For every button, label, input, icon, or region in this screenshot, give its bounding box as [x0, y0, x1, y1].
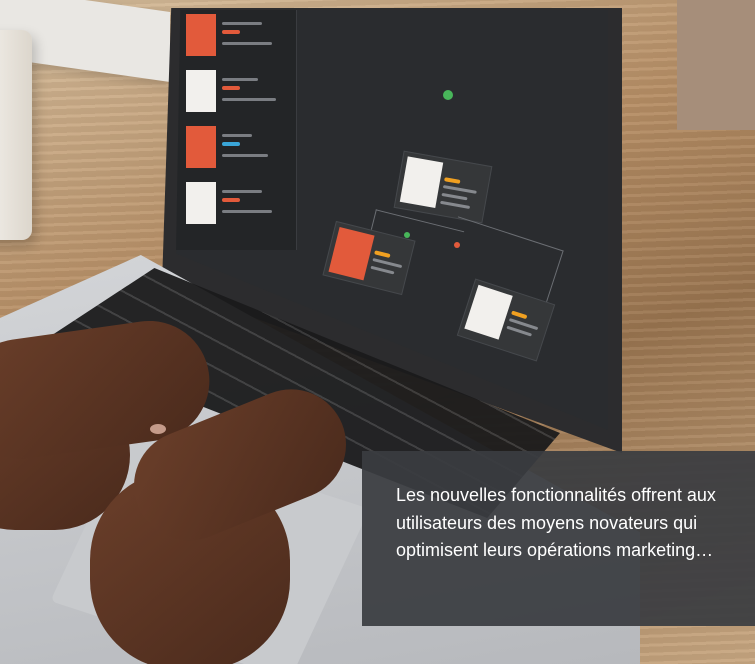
campaign-thumbnail — [186, 70, 216, 112]
screen-sidebar — [176, 10, 297, 250]
campaign-card-main — [393, 150, 493, 224]
sidebar-campaign-item — [186, 126, 286, 174]
campaign-thumbnail — [328, 226, 375, 281]
sidebar-campaign-item — [186, 182, 286, 230]
flow-start-icon — [443, 90, 453, 100]
sidebar-campaign-item — [186, 14, 286, 62]
sidebar-campaign-item — [186, 70, 286, 118]
campaign-thumbnail — [464, 284, 513, 340]
coffee-cup — [0, 30, 32, 240]
branch-no-icon — [454, 242, 460, 248]
fingernail — [150, 424, 166, 434]
background-object — [677, 0, 755, 130]
caption-box: Les nouvelles fonctionnalités offrent au… — [362, 451, 755, 626]
campaign-thumbnail — [186, 126, 216, 168]
caption-text: Les nouvelles fonctionnalités offrent au… — [396, 485, 716, 560]
campaign-thumbnail — [399, 156, 444, 208]
flow-title — [402, 88, 519, 113]
campaign-thumbnail — [186, 182, 216, 224]
campaign-thumbnail — [186, 14, 216, 56]
